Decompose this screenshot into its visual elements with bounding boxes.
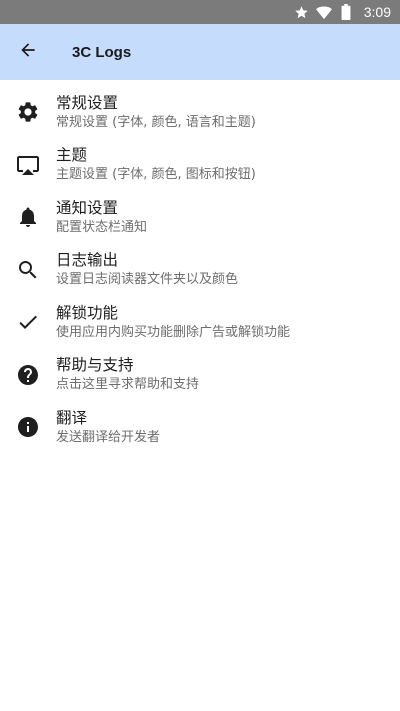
settings-item-help[interactable]: 帮助与支持 点击这里寻求帮助和支持: [0, 349, 400, 402]
info-icon: [0, 401, 56, 453]
settings-item-title: 翻译: [56, 408, 88, 427]
bell-icon: [0, 191, 56, 243]
back-button[interactable]: [0, 24, 56, 80]
settings-item-title: 解锁功能: [56, 303, 119, 322]
cast-icon: [0, 139, 56, 191]
settings-item-title: 主题: [56, 146, 88, 165]
gear-icon: [0, 86, 56, 138]
help-icon: [0, 349, 56, 401]
wifi-icon: [315, 4, 332, 20]
settings-item-subtitle: 点击这里寻求帮助和支持: [56, 377, 200, 393]
app-bar: 3C Logs: [0, 24, 400, 80]
status-bar: 3:09: [0, 0, 400, 24]
settings-item-general[interactable]: 常规设置 常规设置 (字体, 颜色, 语言和主题): [0, 86, 400, 139]
check-icon: [0, 296, 56, 348]
status-time: 3:09: [363, 4, 391, 20]
settings-item-title: 常规设置: [56, 93, 119, 112]
settings-item-translate[interactable]: 翻译 发送翻译给开发者: [0, 401, 400, 454]
settings-item-subtitle: 使用应用内购买功能删除广告或解锁功能: [56, 324, 291, 340]
settings-item-subtitle: 主题设置 (字体, 颜色, 图标和按钮): [56, 167, 256, 183]
settings-item-log-output[interactable]: 日志输出 设置日志阅读器文件夹以及颜色: [0, 244, 400, 297]
settings-item-theme[interactable]: 主题 主题设置 (字体, 颜色, 图标和按钮): [0, 139, 400, 192]
settings-list: 常规设置 常规设置 (字体, 颜色, 语言和主题) 主题 主题设置 (字体, 颜…: [0, 80, 400, 454]
settings-item-notifications[interactable]: 通知设置 配置状态栏通知: [0, 191, 400, 244]
settings-item-title: 日志输出: [56, 251, 119, 270]
battery-icon: [338, 4, 354, 20]
settings-item-subtitle: 常规设置 (字体, 颜色, 语言和主题): [56, 114, 256, 130]
arrow-back-icon: [18, 40, 38, 64]
settings-item-title: 帮助与支持: [56, 356, 134, 375]
search-icon: [0, 244, 56, 296]
settings-item-title: 通知设置: [56, 198, 119, 217]
page-title: 3C Logs: [72, 43, 132, 61]
settings-item-subtitle: 配置状态栏通知: [56, 219, 148, 235]
settings-item-subtitle: 设置日志阅读器文件夹以及颜色: [56, 272, 239, 288]
star-icon: [294, 4, 310, 20]
settings-item-subtitle: 发送翻译给开发者: [56, 429, 161, 445]
settings-item-unlock[interactable]: 解锁功能 使用应用内购买功能删除广告或解锁功能: [0, 296, 400, 349]
